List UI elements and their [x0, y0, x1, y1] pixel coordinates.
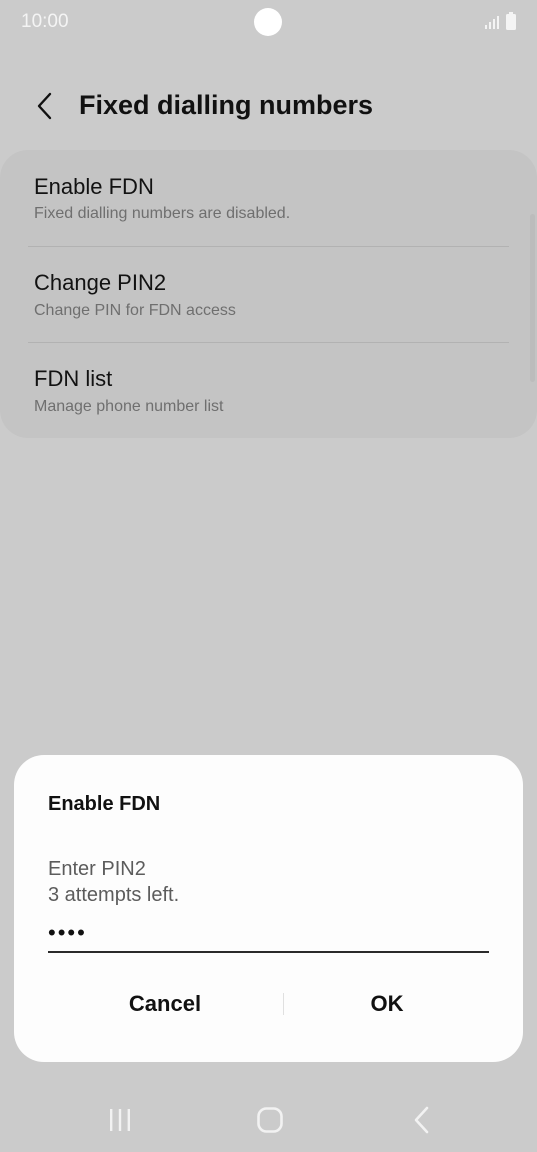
recent-apps-icon	[110, 1109, 130, 1131]
settings-card: Enable FDN Fixed dialling numbers are di…	[0, 150, 537, 438]
setting-title: Enable FDN	[34, 174, 154, 199]
recent-apps-button[interactable]	[96, 1102, 144, 1138]
back-nav-button[interactable]	[398, 1102, 446, 1138]
status-bar: 10:00	[0, 0, 537, 44]
button-separator	[283, 993, 284, 1015]
page-title: Fixed dialling numbers	[79, 90, 374, 120]
navigation-bar	[0, 1088, 537, 1152]
battery-icon	[506, 12, 516, 30]
camera-cutout	[254, 8, 282, 36]
setting-title: Change PIN2	[34, 270, 167, 295]
dialog-attempts: 3 attempts left.	[48, 884, 180, 906]
back-icon	[414, 1106, 429, 1134]
chevron-left-icon	[37, 92, 52, 120]
pin2-input[interactable]	[48, 915, 489, 953]
setting-summary: Change PIN for FDN access	[34, 302, 236, 319]
setting-fdn-list[interactable]: FDN list Manage phone number list	[0, 343, 537, 439]
home-icon	[257, 1107, 283, 1133]
back-button[interactable]	[28, 86, 62, 126]
cancel-button[interactable]: Cancel	[65, 981, 265, 1027]
status-time: 10:00	[21, 11, 69, 32]
setting-change-pin2[interactable]: Change PIN2 Change PIN for FDN access	[0, 247, 537, 343]
dialog-title: Enable FDN	[48, 793, 161, 815]
setting-summary: Manage phone number list	[34, 398, 224, 415]
signal-icon	[485, 16, 499, 29]
scrollbar[interactable]	[530, 214, 535, 382]
home-button[interactable]	[246, 1102, 294, 1138]
setting-enable-fdn[interactable]: Enable FDN Fixed dialling numbers are di…	[0, 150, 537, 246]
dialog-prompt: Enter PIN2	[48, 858, 146, 880]
app-header: Fixed dialling numbers	[0, 80, 537, 132]
setting-summary: Fixed dialling numbers are disabled.	[34, 205, 291, 222]
enable-fdn-dialog: Enable FDN Enter PIN2 3 attempts left. C…	[14, 755, 523, 1062]
ok-button[interactable]: OK	[287, 981, 487, 1027]
setting-title: FDN list	[34, 366, 113, 391]
